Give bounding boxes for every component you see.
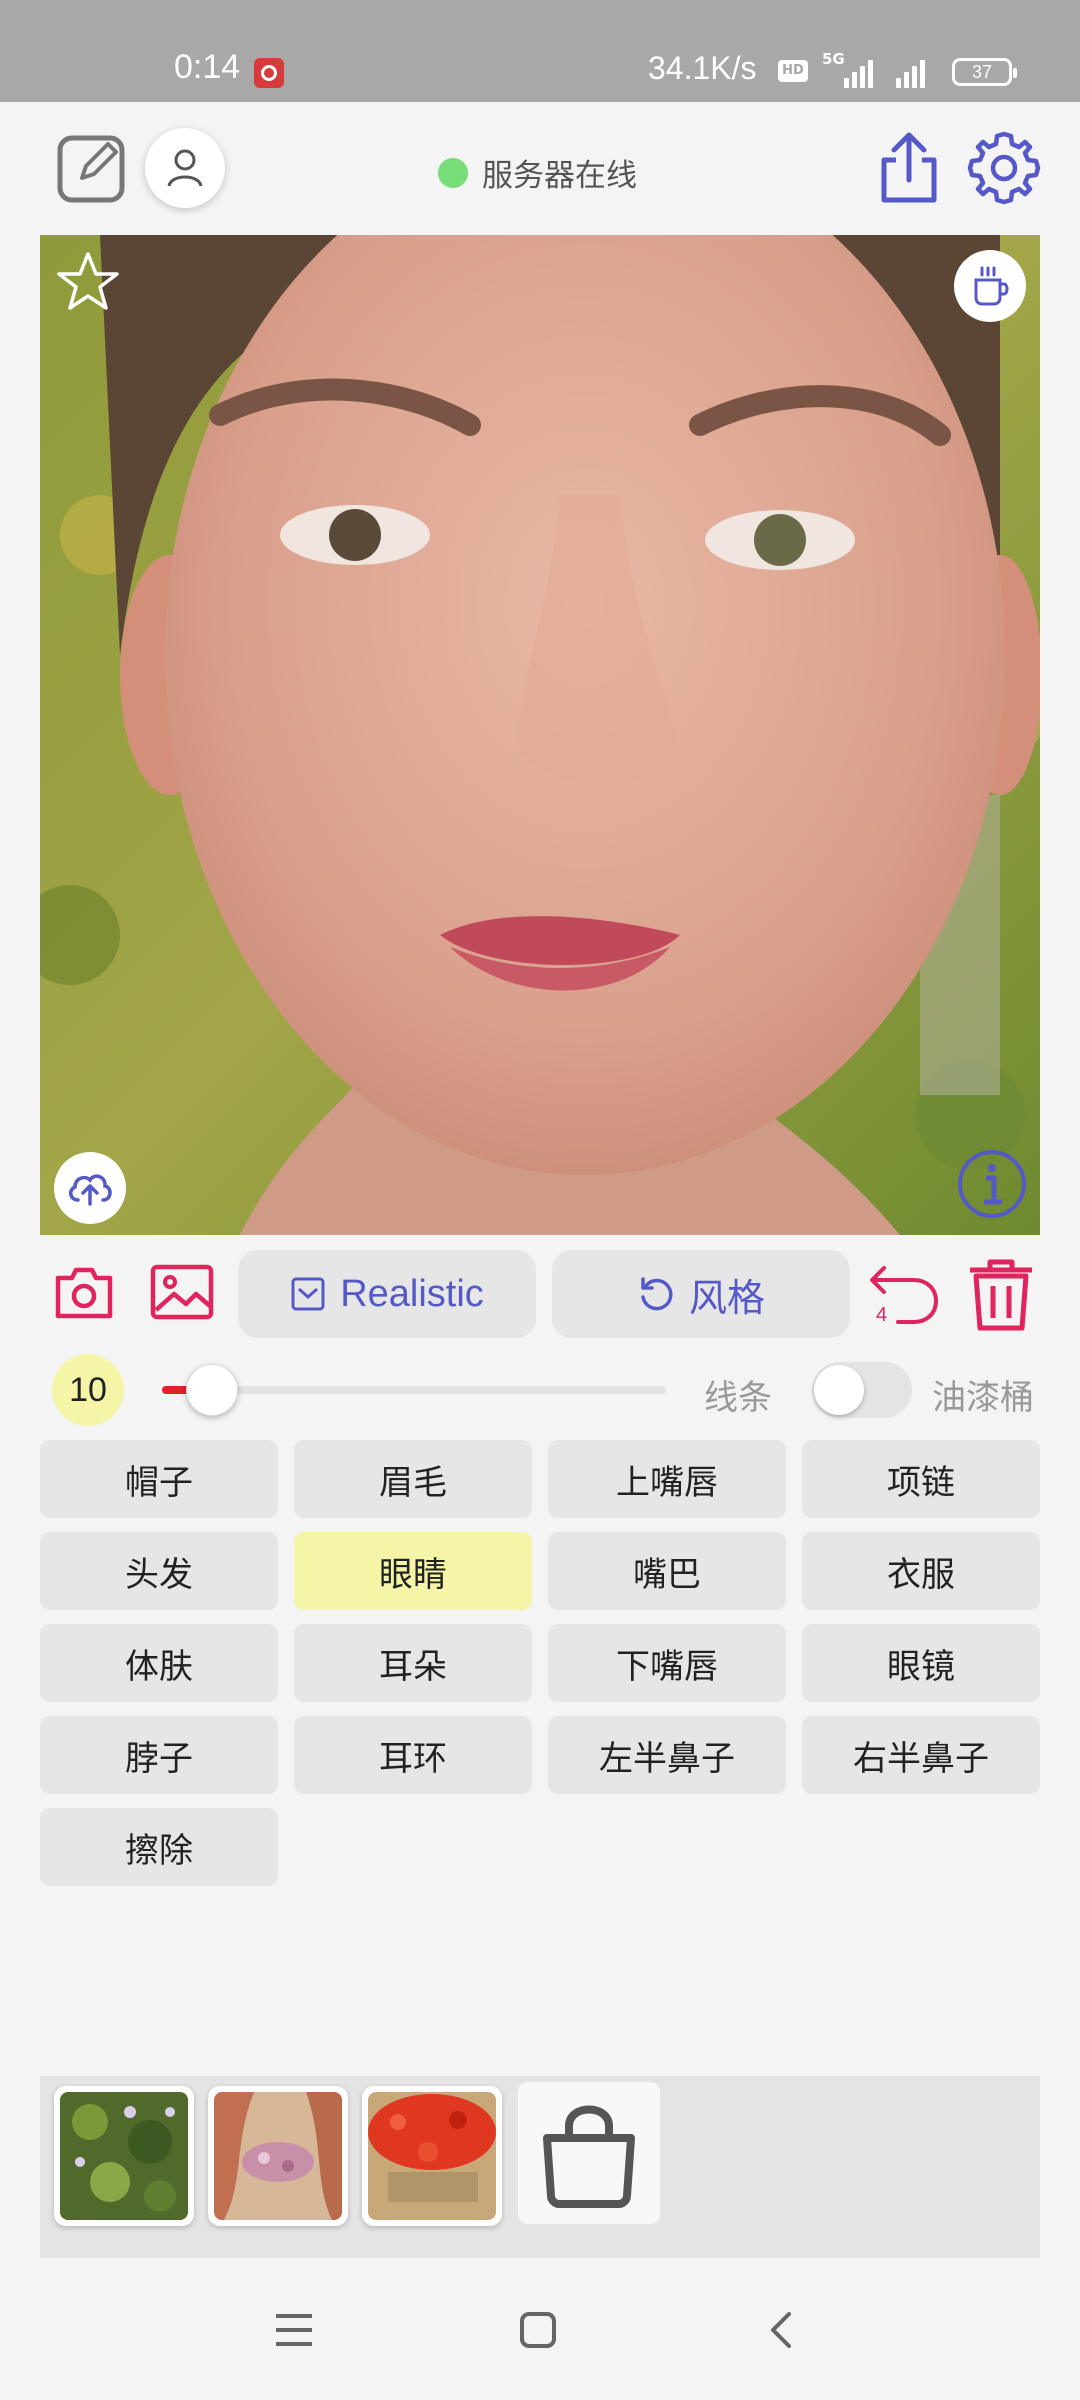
- style-label: 风格: [688, 1277, 765, 1320]
- info-button[interactable]: [956, 1148, 1028, 1220]
- coffee-button[interactable]: [954, 250, 1026, 322]
- fill-mode-toggle[interactable]: [812, 1362, 912, 1418]
- info-icon: [958, 1150, 1026, 1218]
- model-select-button[interactable]: Realistic: [238, 1250, 536, 1338]
- status-indicator: [438, 157, 468, 188]
- home-nav-button[interactable]: [508, 2300, 568, 2360]
- line-mode-label: 线条: [704, 1378, 772, 1418]
- texture-image: [214, 2092, 342, 2220]
- texture-image: [368, 2092, 496, 2220]
- texture-thumb-flowers[interactable]: [208, 2086, 348, 2226]
- part-button[interactable]: 右半鼻子: [802, 1716, 1040, 1794]
- part-button[interactable]: 下嘴唇: [548, 1624, 786, 1702]
- part-button[interactable]: 眉毛: [294, 1440, 532, 1518]
- signal-icon: [844, 58, 873, 88]
- part-button[interactable]: 上嘴唇: [548, 1440, 786, 1518]
- star-icon: [57, 252, 119, 310]
- image-icon: [150, 1264, 214, 1320]
- shopping-bag-icon: [543, 2105, 635, 2208]
- toggle-knob: [814, 1365, 864, 1415]
- server-status: 服务器在线: [438, 150, 637, 195]
- back-nav-button[interactable]: [752, 2300, 812, 2360]
- gallery-button[interactable]: [150, 1264, 214, 1320]
- camera-button[interactable]: [54, 1264, 114, 1320]
- network-type: 5G: [822, 50, 845, 68]
- fill-mode-label: 油漆桶: [932, 1378, 1034, 1418]
- part-button[interactable]: 眼镜: [802, 1624, 1040, 1702]
- drawing-canvas[interactable]: [40, 235, 1040, 1235]
- slider-thumb[interactable]: [186, 1364, 239, 1416]
- user-button[interactable]: [145, 128, 225, 208]
- trash-icon: [970, 1259, 1032, 1331]
- favorite-button[interactable]: [56, 250, 120, 314]
- checkbox-icon: [291, 1277, 325, 1311]
- notification-icon: [254, 58, 284, 88]
- part-button[interactable]: 头发: [40, 1532, 278, 1610]
- server-status-label: 服务器在线: [482, 158, 637, 194]
- shop-button[interactable]: [518, 2082, 660, 2224]
- style-button[interactable]: 风格: [552, 1250, 850, 1338]
- home-square-icon: [520, 2312, 556, 2348]
- part-button[interactable]: 左半鼻子: [548, 1716, 786, 1794]
- refresh-icon: [641, 1277, 673, 1311]
- texture-thumb-foliage[interactable]: [54, 2086, 194, 2226]
- gear-icon: [967, 131, 1041, 205]
- portrait-image: [40, 235, 1040, 1235]
- part-button[interactable]: 体肤: [40, 1624, 278, 1702]
- model-label: Realistic: [340, 1272, 484, 1315]
- cloud-upload-icon: [69, 1174, 112, 1206]
- camera-icon: [55, 1267, 113, 1319]
- share-icon: [881, 132, 937, 203]
- user-icon: [167, 149, 203, 187]
- hd-badge: HD: [778, 60, 808, 82]
- share-button[interactable]: [876, 130, 942, 206]
- part-button[interactable]: 耳环: [294, 1716, 532, 1794]
- delete-button[interactable]: [966, 1256, 1036, 1332]
- undo-count: 4: [876, 1304, 888, 1326]
- coffee-cup-icon: [974, 266, 1009, 306]
- menu-nav-button[interactable]: [264, 2300, 324, 2360]
- brush-size-badge: 10: [52, 1354, 124, 1426]
- face-parts-grid: 帽子 眉毛 上嘴唇 项链头发 眼睛 嘴巴 衣服体肤 耳朵 下嘴唇 眼镜脖子 耳环 左半鼻子 右半鼻子擦除: [40, 1440, 1040, 1886]
- part-button[interactable]: 嘴巴: [548, 1532, 786, 1610]
- back-chevron-icon: [771, 2312, 791, 2348]
- upload-button[interactable]: [54, 1152, 126, 1224]
- battery-icon: 37: [952, 58, 1017, 86]
- part-button[interactable]: 耳朵: [294, 1624, 532, 1702]
- signal-icon: [896, 58, 925, 88]
- menu-icon: [276, 2314, 312, 2346]
- network-speed: 34.1K/s: [648, 50, 757, 86]
- status-time: 0:14: [174, 48, 241, 86]
- edit-icon: [57, 135, 125, 203]
- part-button[interactable]: 擦除: [40, 1808, 278, 1886]
- part-button[interactable]: 衣服: [802, 1532, 1040, 1610]
- settings-button[interactable]: [966, 130, 1042, 206]
- part-button[interactable]: 眼睛: [294, 1532, 532, 1610]
- edit-button[interactable]: [56, 132, 128, 204]
- texture-image: [60, 2092, 188, 2220]
- part-button[interactable]: 项链: [802, 1440, 1040, 1518]
- part-button[interactable]: 帽子: [40, 1440, 278, 1518]
- texture-thumb-red-flowers[interactable]: [362, 2086, 502, 2226]
- status-bar: 0:14 34.1K/s HD 5G 37: [0, 0, 1080, 102]
- part-button[interactable]: 脖子: [40, 1716, 278, 1794]
